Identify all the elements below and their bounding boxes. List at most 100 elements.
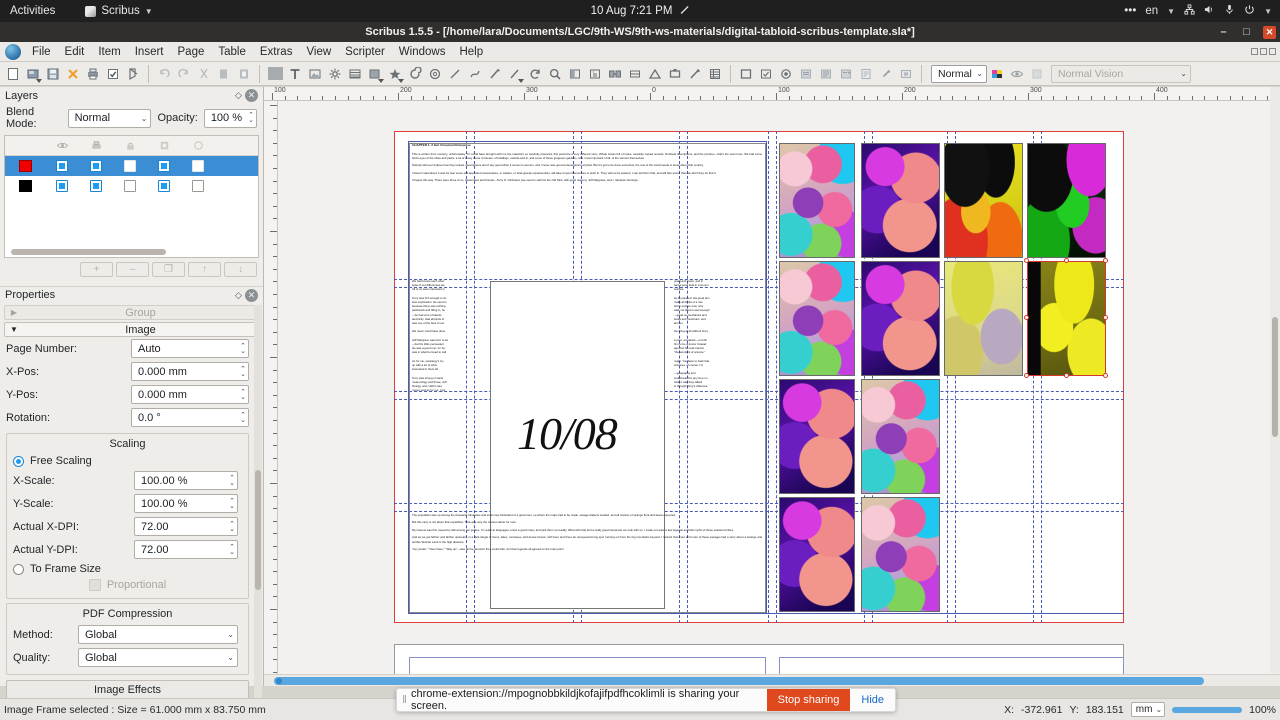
layer-flow-checkbox[interactable] <box>147 180 181 192</box>
power-icon[interactable] <box>1244 4 1255 18</box>
insert-freehand-icon[interactable] <box>465 64 485 84</box>
stepper-arrows-icon[interactable]: ⌃ ⌄ <box>248 112 254 124</box>
zoom-icon[interactable] <box>545 64 565 84</box>
image-frame[interactable] <box>779 261 855 376</box>
pdf-radio-button-icon[interactable] <box>776 64 796 84</box>
layer-outline-checkbox[interactable] <box>181 180 215 192</box>
open-document-icon[interactable] <box>23 64 43 84</box>
more-icon[interactable]: ••• <box>1124 5 1136 17</box>
resize-handle[interactable] <box>1064 258 1069 263</box>
clock-button[interactable]: 10 Aug 7:21 PM <box>591 5 690 18</box>
horizontal-ruler[interactable]: 100 200 300 0 100 200 300 400 <box>264 87 1280 101</box>
measurements-icon[interactable] <box>645 64 665 84</box>
preflight-verifier-icon[interactable] <box>103 64 123 84</box>
stepper-arrows-icon[interactable]: ⌃ ⌄ <box>240 366 246 378</box>
free-scaling-row[interactable]: Free Scaling <box>7 453 248 469</box>
drag-handle-icon[interactable]: ‖ <box>397 694 411 706</box>
stepper-arrows-icon[interactable]: ⌃ ⌄ <box>229 521 235 533</box>
menu-extras[interactable]: Extras <box>253 44 300 60</box>
image-frame[interactable] <box>861 497 940 612</box>
close-document-icon[interactable] <box>63 64 83 84</box>
rotate-item-icon[interactable] <box>505 64 525 84</box>
free-scaling-radio[interactable] <box>13 455 24 467</box>
app-menu-button[interactable]: Scribus ▼ <box>85 5 153 17</box>
float-panel-icon[interactable]: ◇ <box>232 89 245 102</box>
image-frame[interactable] <box>861 379 940 494</box>
resize-handle[interactable] <box>1024 373 1029 378</box>
y-scale-input[interactable]: 100.00 % ⌃ ⌄ <box>134 494 238 513</box>
zoom-slider[interactable] <box>1172 706 1243 713</box>
canvas-vertical-scrollbar[interactable] <box>1270 87 1280 673</box>
print-icon[interactable] <box>83 64 103 84</box>
stepper-arrows-icon[interactable]: ⌃ ⌄ <box>240 412 246 424</box>
y-dpi-input[interactable]: 72.00 ⌃ ⌄ <box>134 540 238 559</box>
remove-layer-button[interactable]: – <box>116 262 149 277</box>
stepper-arrows-icon[interactable]: ⌃ ⌄ <box>240 389 246 401</box>
insert-text-frame-icon[interactable] <box>285 64 305 84</box>
properties-vertical-scrollbar[interactable] <box>254 305 262 699</box>
menu-windows[interactable]: Windows <box>392 44 453 60</box>
image-effects-button[interactable]: Image Effects <box>6 680 249 699</box>
minimize-button[interactable]: – <box>1217 26 1230 39</box>
date-text-frame[interactable]: 10/08 <box>490 281 665 609</box>
add-layer-button[interactable]: + <box>80 262 113 277</box>
blend-mode-select[interactable]: Normal ⌄ <box>67 108 152 128</box>
close-panel-icon[interactable]: ✕ <box>245 89 258 102</box>
menu-view[interactable]: View <box>299 44 338 60</box>
menu-table[interactable]: Table <box>211 44 253 60</box>
table-row[interactable] <box>5 176 258 196</box>
y-pos-input[interactable]: 0.000 mm ⌃ ⌄ <box>131 385 249 404</box>
table-tool-icon[interactable] <box>705 64 725 84</box>
image-frame[interactable] <box>944 261 1023 376</box>
link-text-frames-icon[interactable] <box>605 64 625 84</box>
layer-visible-checkbox[interactable] <box>45 160 79 172</box>
menu-item[interactable]: Item <box>91 44 127 60</box>
opacity-input[interactable]: 100 % ⌃ ⌄ <box>203 108 257 128</box>
new-document-icon[interactable] <box>3 64 23 84</box>
image-frame[interactable] <box>944 143 1023 258</box>
vision-mode-select[interactable]: Normal Vision ⌄ <box>1051 64 1191 83</box>
insert-spiral-icon[interactable] <box>405 64 425 84</box>
image-frame[interactable] <box>779 497 855 612</box>
maximize-button[interactable]: □ <box>1240 26 1253 39</box>
image-frame[interactable] <box>779 379 855 494</box>
image-frame[interactable] <box>861 261 940 376</box>
text-frame-bottom[interactable]: The expedition was up among the thousand… <box>412 513 762 555</box>
insert-image-frame-icon[interactable] <box>305 64 325 84</box>
edit-text-story-editor-icon[interactable] <box>585 64 605 84</box>
paste-icon[interactable] <box>234 64 254 84</box>
resize-handle[interactable] <box>1103 315 1108 320</box>
view-mode-select[interactable]: Normal ⌄ <box>931 64 987 83</box>
stepper-arrows-icon[interactable]: ⌃ ⌄ <box>240 343 246 355</box>
layer-print-checkbox[interactable] <box>79 160 113 172</box>
pdf-text-field-icon[interactable] <box>796 64 816 84</box>
layer-visible-checkbox[interactable] <box>45 180 79 192</box>
pdf-check-box-icon[interactable] <box>756 64 776 84</box>
menu-help[interactable]: Help <box>452 44 490 60</box>
insert-line-icon[interactable] <box>425 64 445 84</box>
pdf-push-button-icon[interactable] <box>736 64 756 84</box>
duplicate-layer-button[interactable]: ❐ <box>152 262 185 277</box>
layer-outline-checkbox[interactable] <box>181 160 215 172</box>
rotation-input[interactable]: 0.0 ° ⌃ ⌄ <box>131 408 249 427</box>
resize-handle[interactable] <box>1103 258 1108 263</box>
resize-handle[interactable] <box>1064 373 1069 378</box>
close-panel-icon[interactable]: ✕ <box>245 288 258 302</box>
unit-select[interactable]: mm ⌄ <box>1130 702 1166 717</box>
layer-print-checkbox[interactable] <box>79 180 113 192</box>
image-frame[interactable] <box>1027 143 1106 258</box>
insert-calligraphic-icon[interactable] <box>485 64 505 84</box>
redo-icon[interactable] <box>174 64 194 84</box>
refresh-icon[interactable] <box>525 64 545 84</box>
vision-defect-icon[interactable] <box>1027 64 1047 84</box>
to-frame-size-radio[interactable] <box>13 563 24 575</box>
doc-close-button[interactable] <box>1269 48 1276 55</box>
pdf-combo-box-icon[interactable] <box>836 64 856 84</box>
insert-table-icon[interactable] <box>345 64 365 84</box>
menu-page[interactable]: Page <box>171 44 212 60</box>
hide-notification-button[interactable]: Hide <box>850 694 895 706</box>
volume-icon[interactable] <box>1204 4 1215 18</box>
table-row[interactable] <box>5 156 258 176</box>
menu-scripter[interactable]: Scripter <box>338 44 392 60</box>
system-tray[interactable]: ••• en ▼ ▼ <box>1124 4 1272 18</box>
